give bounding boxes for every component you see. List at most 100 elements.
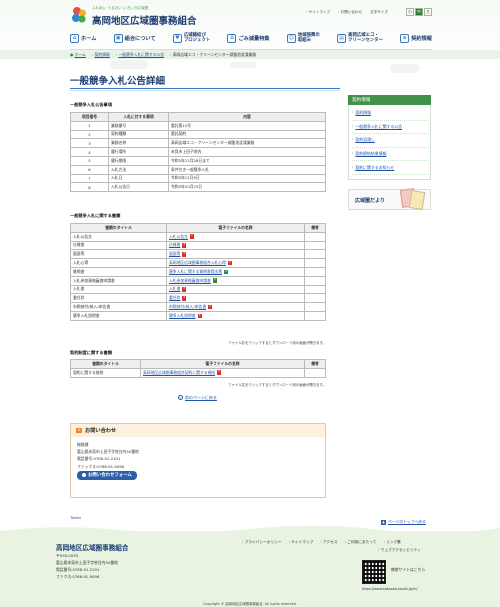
document-file-cell: 高岡地区広域圏事務組合入札心得 P [166,258,305,268]
item-label: 入札方法 [108,164,169,175]
breadcrumb-koukoku[interactable]: › 一般競争入札に関する公告 [116,52,164,58]
item-label: 契約種類 [108,129,169,140]
back-arrow-icon: ‹ [178,395,183,400]
document-title: 仕様書 [70,240,167,251]
download-note: ファイル名をクリックするとダウンロード用の画面が開きます。 [228,383,326,387]
document-remarks [304,231,326,242]
contact-address: 富山県氷見市上田子字笹谷内50番地 [77,449,139,455]
site-footer: 高岡地区広域圏事務組合 〒935-0035 富山県氷見市上田子字笹谷内50番地 … [0,531,500,607]
footer-link-sitemap[interactable]: › サイトマップ [288,540,313,545]
community-icon: ☺ [286,33,296,43]
home-icon: ⌂ [70,33,79,43]
document-file-cell: 入札参加資格審査申請書 X [166,275,305,286]
document-file-link[interactable]: 入札書 [169,286,180,291]
item-number: 5 [70,155,109,166]
nav-item-enmusubi[interactable]: ♥ 広域縁結び プロジェクト [172,33,210,43]
table-row: 入札書 入札書 P [70,284,326,295]
item-number: 6 [70,164,109,175]
item-content: 委託第15号 [168,120,326,131]
mail-icon: ✉ [76,428,82,433]
section-seido-heading: 契約制度に関する書類 [70,350,112,355]
chevron-right-icon: › [352,164,354,169]
document-file-link[interactable]: 委任状 [169,295,180,300]
pdf-file-icon: P [197,313,202,319]
nav-item-keiyaku[interactable]: ≡ 契約情報 [400,33,432,43]
document-file-link[interactable]: 競争入札に関する質問書提出票 [169,269,222,274]
bullet-icon [82,473,86,478]
document-file-link[interactable]: 高岡地区広域圏事務組合契約に関する規則 [143,370,215,375]
col-header: 備考 [304,223,326,233]
document-file-link[interactable]: 競争入札説明書 [169,313,196,318]
document-file-link[interactable]: 仕様書 [169,242,180,247]
qr-url: https://www.takaoka-kouiki.jp/m/ [362,587,418,591]
nav-item-about[interactable]: ▣ 組合について [113,33,156,43]
document-file-link[interactable]: 入札公告文 [169,234,188,239]
document-remarks [304,284,326,295]
breadcrumb-keiyaku[interactable]: › 契約情報 [92,52,110,58]
col-header: 電子ファイルの名称 [140,359,305,369]
document-file-link[interactable]: 図面等 [169,251,180,256]
document-title: 契約に関する規則 [70,367,141,378]
table-row: 競争入札説明書 競争入札説明書 P [70,310,326,321]
document-remarks [304,293,326,304]
table-row: 契約に関する規則 高岡地区広域圏事務組合契約に関する規則 P [70,367,326,378]
item-content: 令和5年11月9日 [168,173,326,184]
sitemap-link[interactable]: ›サイトマップ [306,10,330,15]
footer-link-accessibility[interactable]: › ウェブアクセシビリティ [378,548,421,553]
nav-item-eco-center[interactable]: ▤ 高岡広域エコ・ クリーンセンター [337,33,383,43]
inquiry-form-button[interactable]: お問い合わせフォーム [77,470,137,480]
footer-link-links[interactable]: › リンク集 [383,540,400,545]
nav-item-home[interactable]: ⌂ ホーム [70,33,96,43]
document-file-cell: 入札書 P [166,284,305,295]
sidebar-link-label: 契約に関するお知らせ [355,164,395,170]
document-file-link[interactable]: 入札参加資格審査申請書 [169,278,211,283]
item-content: 令和5年10月25日 [168,182,326,193]
site-tagline: ふれあい うるおい いきいき広域圏 [92,6,149,10]
sidebar-link[interactable]: › 契約見通し [352,134,427,148]
sidebar-link[interactable]: › 一般競争入札に関する公告 [352,121,427,135]
document-file-cell: 仕様書 P [166,240,305,251]
col-header: 書類のタイトル [70,223,167,233]
sidebar-link[interactable]: › 契約情報 [352,107,427,121]
kouhou-banner[interactable]: 広域圏だより [348,188,431,210]
document-file-link[interactable]: 高岡地区広域圏事務組合入札心得 [169,260,226,265]
item-content: 条件付き一般競争入札 [168,164,326,175]
table-row: 8 入札公告日 令和5年10月25日 [70,182,326,193]
document-title: 質問書 [70,266,167,277]
sidebar-link[interactable]: › 契約締結結果情報 [352,148,427,162]
decor-cloud [110,60,148,69]
inquiry-link[interactable]: ›お問い合わせ [338,10,362,15]
copyright: Copyright © 高岡地区広域圏事務組合. All rights rese… [203,602,297,606]
footer-link-privacy[interactable]: › プライバシーポリシー [242,540,281,545]
text-size-label: 文字サイズ [370,10,388,14]
pdf-file-icon: P [217,370,222,375]
pdf-file-icon: P [227,260,232,266]
sidebar-link-label: 契約締結結果情報 [355,151,387,157]
table-header-row: 書類のタイトル 電子ファイルの名称 備考 [70,359,326,369]
document-title: 市税納付(納入)申告書 [70,302,167,312]
contact-dept: 総務課 [77,442,89,447]
document-file-link[interactable]: 市税納付(納入)申告書 [169,304,206,309]
page-title: 一般競争入札公告詳細 [70,76,166,87]
text-size-small-button[interactable]: 小 [406,8,414,16]
site-title[interactable]: 高岡地区広域圏事務組合 [92,13,197,27]
footer-link-access[interactable]: › アクセス [320,540,337,545]
back-link[interactable]: ‹ 前のページに戻る [178,395,217,401]
title-underline-light [70,89,340,90]
tweet-link[interactable]: Tweet [70,515,81,520]
document-title: 入札書 [70,284,167,295]
table-row: 委任状 委任状 P [70,293,326,304]
sidebar-link[interactable]: › 契約に関するお知らせ [352,161,427,175]
document-file-cell: 競争入札に関する質問書提出票 X [166,266,305,277]
text-size-large-button[interactable]: 大 [424,8,432,16]
text-size-medium-button[interactable]: 中 [415,8,423,16]
kouhou-title: 広域圏だより [355,198,385,204]
nav-item-chiiki[interactable]: ☺ 地域振興の 取組み [286,33,320,43]
footer-link-terms[interactable]: › ご利用にあたって [344,540,376,545]
breadcrumb-home[interactable]: ● ホーム [70,52,86,58]
nav-item-gomi[interactable]: ♻ ごみ減量特集 [227,33,270,43]
sidebar-heading: 契約情報 [348,95,431,105]
item-label: 業務番号 [108,120,169,131]
item-label: 業務名称 [108,138,169,149]
organization-logo-icon[interactable] [71,6,88,24]
